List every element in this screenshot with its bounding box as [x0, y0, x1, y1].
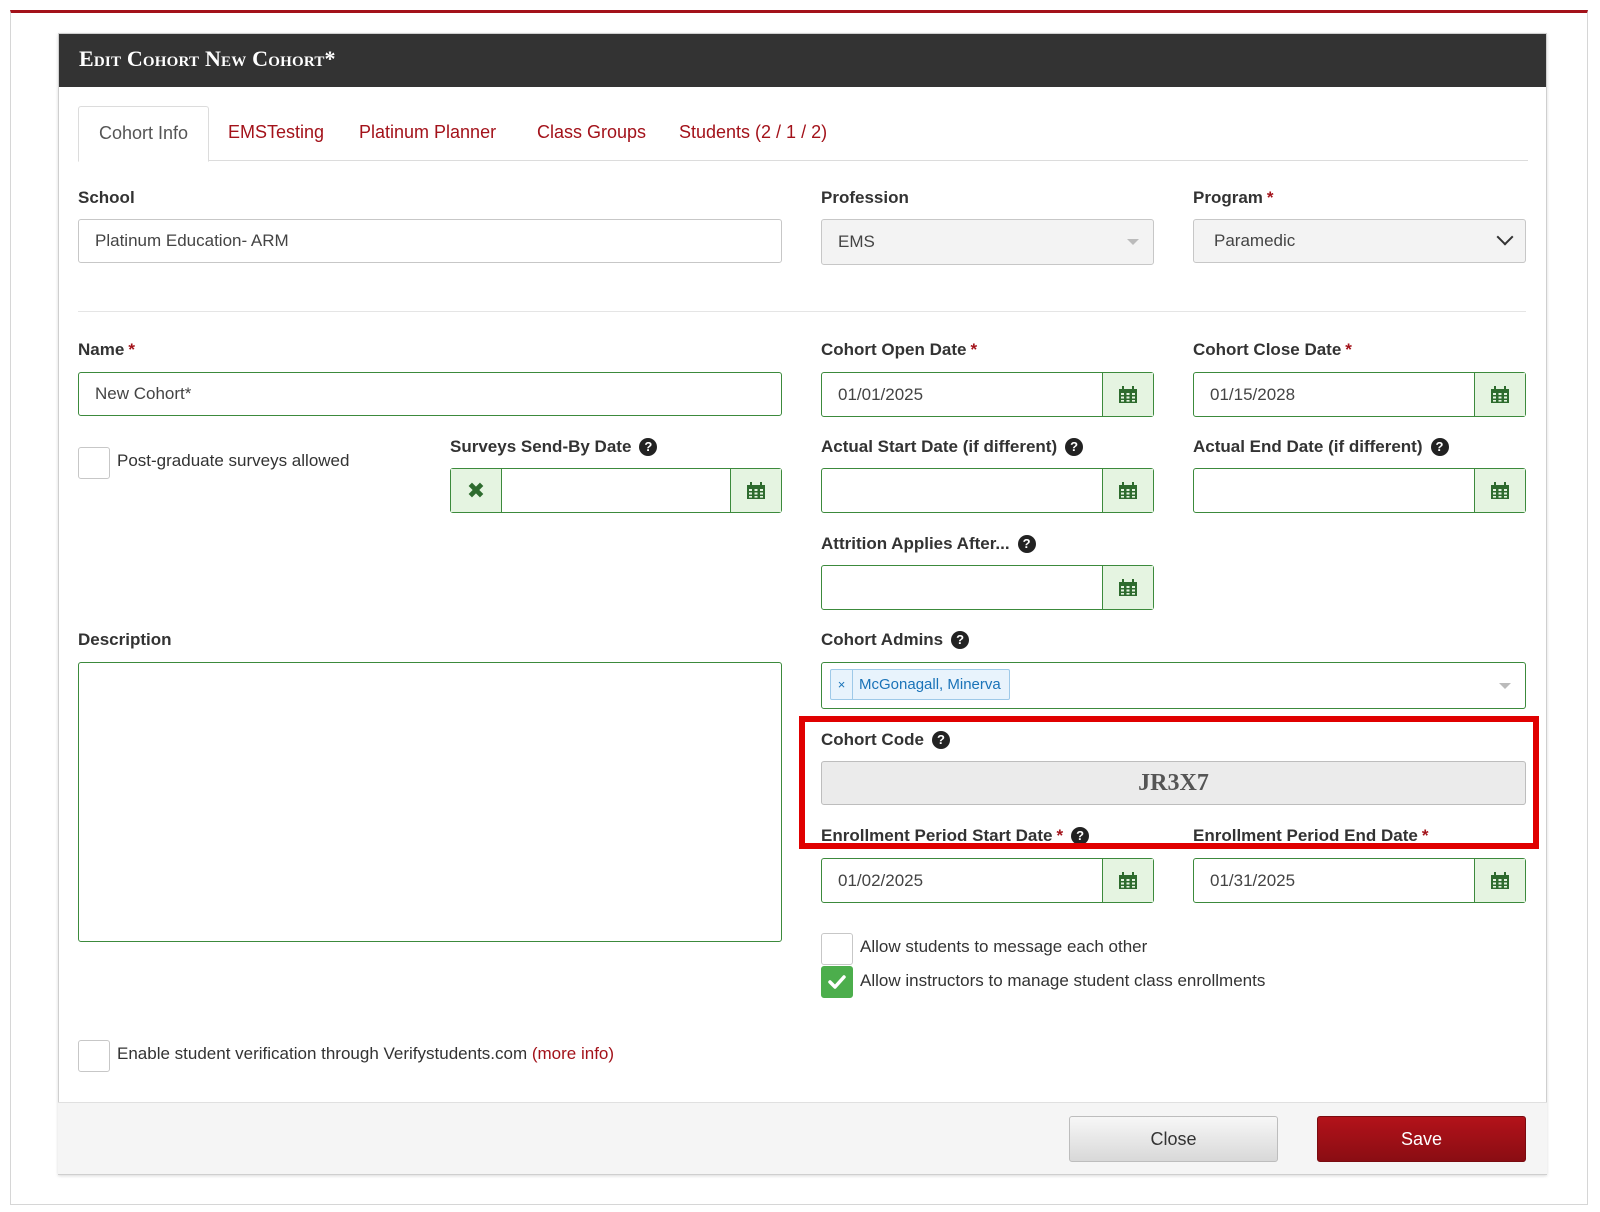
- attrition-label: Attrition Applies After...?: [821, 534, 1036, 554]
- tab-bar: Cohort Info EMSTesting Platinum Planner …: [78, 106, 1528, 162]
- surveys-send-by-input[interactable]: ✖: [450, 468, 782, 513]
- allow-instructors-checkbox[interactable]: [821, 966, 853, 998]
- school-label: School: [78, 188, 135, 207]
- cohort-admins-label: Cohort Admins?: [821, 630, 970, 650]
- actual-end-input[interactable]: [1193, 468, 1526, 513]
- enroll-end-label: Enrollment Period End Date *: [1193, 826, 1429, 845]
- calendar-icon[interactable]: [1102, 469, 1153, 512]
- calendar-icon[interactable]: [730, 469, 781, 512]
- checkmark-icon: [828, 975, 846, 989]
- tab-class-groups[interactable]: Class Groups: [517, 106, 666, 161]
- program-value: Paramedic: [1214, 231, 1296, 250]
- required-mark: *: [128, 340, 135, 359]
- open-date-label: Cohort Open Date *: [821, 340, 978, 359]
- required-mark: *: [970, 340, 978, 359]
- close-date-input[interactable]: 01/15/2028: [1193, 372, 1526, 417]
- allow-instructors-label: Allow instructors to manage student clas…: [860, 971, 1266, 990]
- tab-students[interactable]: Students (2 / 1 / 2): [659, 106, 847, 161]
- program-label: Program *: [1193, 188, 1274, 207]
- question-circle-icon[interactable]: ?: [931, 731, 950, 749]
- verify-label: Enable student verification through Veri…: [117, 1044, 615, 1063]
- surveys-send-by-label: Surveys Send-By Date?: [450, 437, 658, 457]
- caret-down-icon: [1499, 683, 1511, 689]
- remove-tag-icon[interactable]: ×: [831, 670, 853, 699]
- enroll-end-input[interactable]: 01/31/2025: [1193, 858, 1526, 903]
- calendar-icon[interactable]: [1474, 859, 1525, 902]
- verify-checkbox[interactable]: [78, 1040, 110, 1072]
- tab-platinum-planner[interactable]: Platinum Planner: [339, 106, 516, 161]
- name-input[interactable]: New Cohort*: [78, 372, 782, 416]
- edit-cohort-modal: Edit Cohort New Cohort* Cohort Info EMST…: [58, 33, 1547, 1175]
- tab-emstesting[interactable]: EMSTesting: [208, 106, 344, 161]
- profession-value: EMS: [838, 232, 875, 251]
- profession-select[interactable]: EMS: [821, 219, 1154, 265]
- chevron-down-icon: [1496, 228, 1514, 246]
- question-circle-icon[interactable]: ?: [951, 631, 970, 649]
- question-circle-icon[interactable]: ?: [1017, 535, 1036, 553]
- calendar-icon[interactable]: [1102, 859, 1153, 902]
- close-date-label: Cohort Close Date *: [1193, 340, 1352, 359]
- description-textarea[interactable]: [78, 662, 782, 942]
- open-date-value: 01/01/2025: [838, 385, 924, 404]
- cohort-code-display: JR3X7: [821, 761, 1526, 805]
- calendar-icon[interactable]: [1474, 469, 1525, 512]
- open-date-input[interactable]: 01/01/2025: [821, 372, 1154, 417]
- profession-label: Profession: [821, 188, 909, 207]
- close-date-value: 01/15/2028: [1210, 385, 1296, 404]
- cohort-admins-select[interactable]: × McGonagall, Minerva: [821, 662, 1526, 709]
- cohort-code-label: Cohort Code?: [821, 730, 950, 750]
- actual-start-label: Actual Start Date (if different)?: [821, 437, 1084, 457]
- enroll-start-value: 01/02/2025: [838, 871, 924, 890]
- admin-tag[interactable]: × McGonagall, Minerva: [830, 669, 1010, 700]
- question-circle-icon[interactable]: ?: [639, 438, 658, 456]
- more-info-link[interactable]: (more info): [532, 1044, 614, 1063]
- section-divider: [78, 311, 1526, 312]
- post-grad-checkbox[interactable]: [78, 447, 110, 479]
- name-label: Name *: [78, 340, 135, 359]
- caret-down-icon: [1127, 239, 1139, 245]
- post-grad-label: Post-graduate surveys allowed: [117, 451, 350, 470]
- attrition-input[interactable]: [821, 565, 1154, 610]
- allow-message-label: Allow students to message each other: [860, 937, 1148, 956]
- calendar-icon[interactable]: [1102, 373, 1153, 416]
- required-mark: *: [1345, 340, 1352, 359]
- question-circle-icon[interactable]: ?: [1065, 438, 1084, 456]
- close-button[interactable]: Close: [1069, 1116, 1278, 1162]
- school-field[interactable]: Platinum Education- ARM: [78, 219, 782, 263]
- enroll-end-value: 01/31/2025: [1210, 871, 1296, 890]
- modal-title: Edit Cohort New Cohort*: [59, 34, 1546, 87]
- required-mark: *: [1056, 826, 1064, 845]
- tab-cohort-info[interactable]: Cohort Info: [78, 106, 210, 162]
- required-mark: *: [1421, 826, 1429, 845]
- required-mark: *: [1266, 188, 1274, 207]
- question-circle-icon[interactable]: ?: [1430, 438, 1449, 456]
- actual-start-input[interactable]: [821, 468, 1154, 513]
- enroll-start-label: Enrollment Period Start Date *?: [821, 826, 1090, 846]
- actual-end-label: Actual End Date (if different)?: [1193, 437, 1449, 457]
- allow-message-checkbox[interactable]: [821, 933, 853, 965]
- program-select[interactable]: Paramedic: [1193, 219, 1526, 263]
- clear-x-icon[interactable]: ✖: [451, 469, 502, 512]
- save-button[interactable]: Save: [1317, 1116, 1526, 1162]
- description-label: Description: [78, 630, 172, 649]
- calendar-icon[interactable]: [1102, 566, 1153, 609]
- calendar-icon[interactable]: [1474, 373, 1525, 416]
- enroll-start-input[interactable]: 01/02/2025: [821, 858, 1154, 903]
- question-circle-icon[interactable]: ?: [1071, 827, 1090, 845]
